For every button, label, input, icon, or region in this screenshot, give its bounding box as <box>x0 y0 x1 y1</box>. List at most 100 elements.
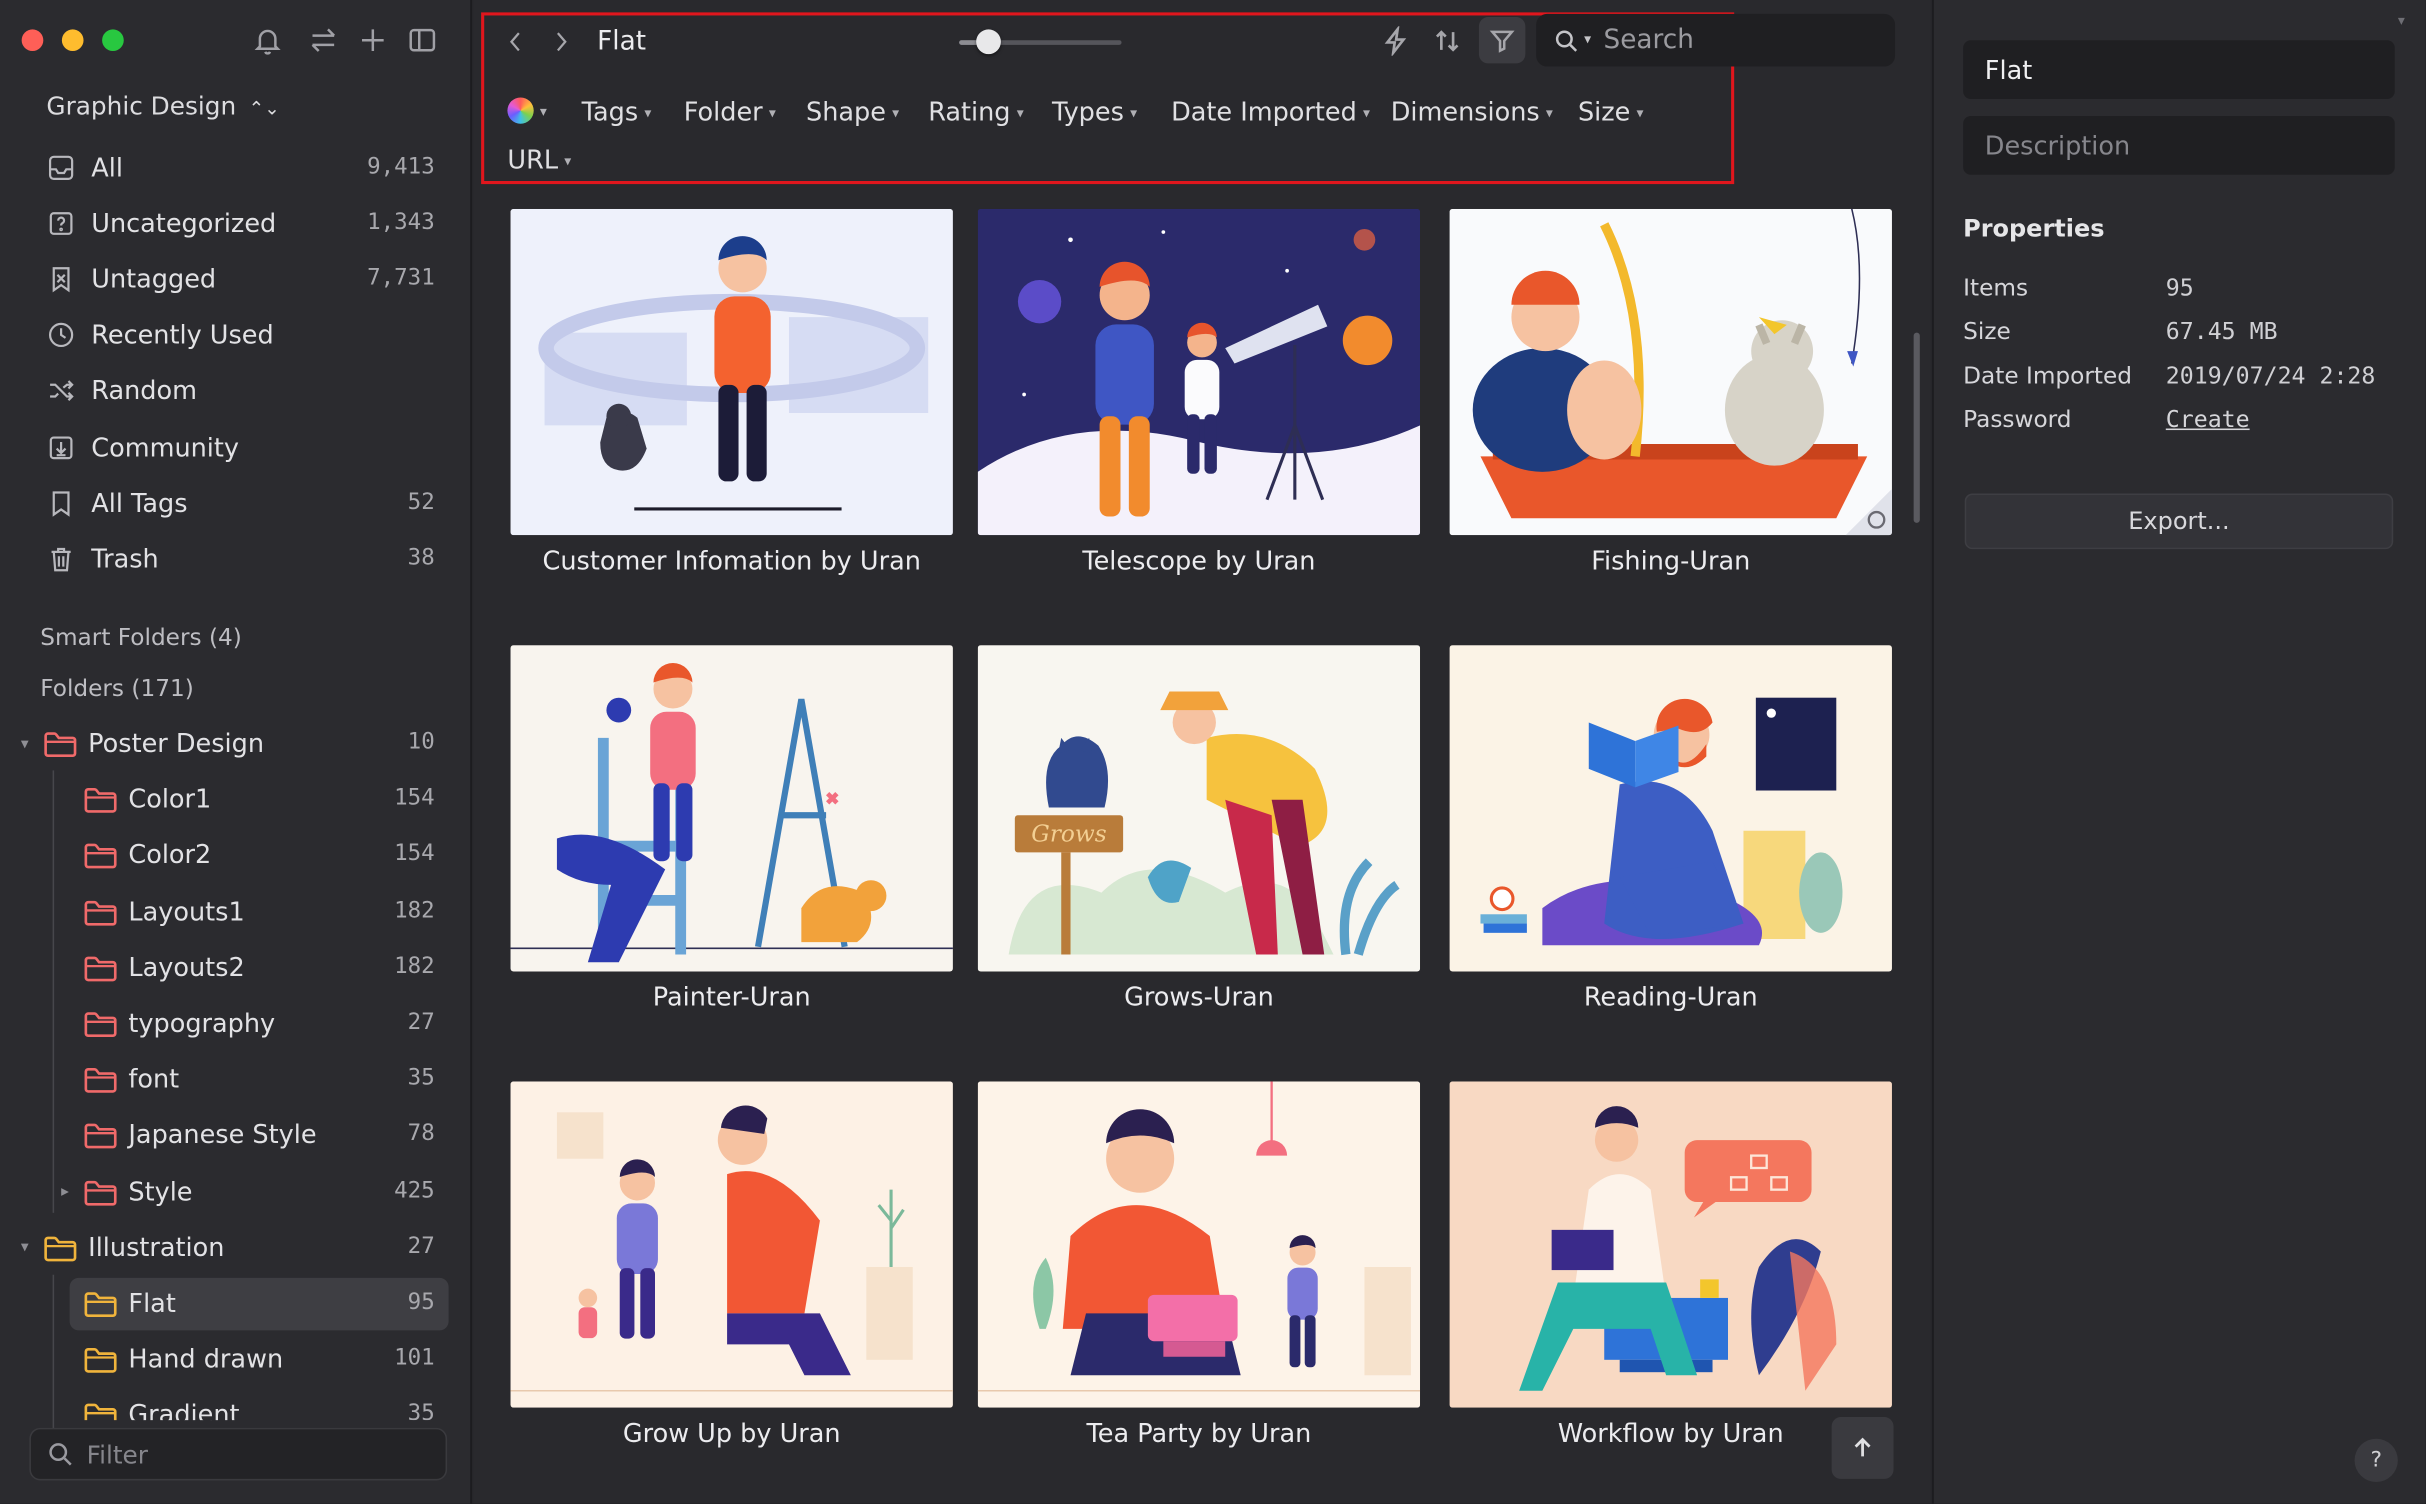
thumbnail-tea-party-by-uran[interactable] <box>977 1081 1421 1408</box>
folder-color1[interactable]: Color1 154 <box>0 774 464 827</box>
create-password-link[interactable]: Create <box>2166 406 2250 434</box>
close-window-button[interactable] <box>21 29 44 52</box>
sort-button[interactable] <box>1428 22 1465 59</box>
filter-label: Dimensions <box>1390 97 1540 127</box>
filter-input[interactable] <box>86 1439 427 1469</box>
thumbnail-customer-infomation-by-uran[interactable] <box>510 208 953 536</box>
folder-icon <box>84 898 118 926</box>
folder-typography[interactable]: typography 27 <box>0 998 464 1051</box>
filter-label: Size <box>1577 97 1631 127</box>
sidebar-item-trash[interactable]: Trash 38 <box>31 533 449 586</box>
bell-icon[interactable] <box>251 23 285 57</box>
sidebar-item-all[interactable]: All 9,413 <box>31 141 449 194</box>
folder-poster-design[interactable]: ▾ Poster Design 10 <box>0 718 464 771</box>
swap-icon[interactable] <box>306 23 340 57</box>
property-value: 67.45 MB <box>2165 317 2278 346</box>
grid-item-title: Painter-Uran <box>652 982 811 1012</box>
filter-label: Tags <box>581 97 639 127</box>
thumbnail-reading-uran[interactable] <box>1449 645 1892 972</box>
sidebar-item-count: 7,731 <box>367 266 435 292</box>
filter-label: Shape <box>805 97 886 127</box>
export-button[interactable]: Export... <box>1964 493 2394 550</box>
sidebar-item-random[interactable]: Random <box>31 365 449 418</box>
folder-font[interactable]: font 35 <box>0 1054 464 1107</box>
sidebar-item-label: Uncategorized <box>91 208 277 238</box>
folder-layouts1[interactable]: Layouts1 182 <box>0 886 464 939</box>
thumbnail-painter-uran[interactable] <box>510 645 953 972</box>
filter-dimensions[interactable]: Dimensions ▾ <box>1391 97 1553 126</box>
slider-knob[interactable] <box>975 29 1001 55</box>
chevron-down-icon[interactable]: ▾ <box>15 735 34 754</box>
help-button[interactable]: ? <box>2354 1438 2398 1483</box>
funnel-icon <box>1489 30 1515 53</box>
grid-item-title: Reading-Uran <box>1583 982 1758 1012</box>
thumbnail-fishing-uran[interactable] <box>1449 208 1892 536</box>
minimize-window-button[interactable] <box>61 29 84 52</box>
filter-toggle-button[interactable] <box>1478 17 1526 64</box>
folder-flat[interactable]: Flat 95 <box>0 1277 464 1331</box>
thumbnail-telescope-by-uran[interactable] <box>977 208 1421 536</box>
sort-icon <box>1435 29 1458 51</box>
filter-rating[interactable]: Rating ▾ <box>928 97 1024 126</box>
sidebar-item-untagged[interactable]: Untagged 7,731 <box>31 253 449 306</box>
sidebar-filter[interactable] <box>29 1427 448 1481</box>
chevron-down-icon[interactable]: ▾ <box>15 1239 34 1258</box>
vertical-scrollbar[interactable] <box>1913 332 1920 523</box>
color-filter[interactable]: ▾ <box>507 97 547 124</box>
description-field[interactable] <box>1963 116 2395 175</box>
pin-icon[interactable]: ▾ <box>2398 14 2410 29</box>
folders-header[interactable]: Folders (171) <box>40 674 194 702</box>
filter-label: Types <box>1051 97 1124 127</box>
sidebar-toggle-icon[interactable] <box>405 23 439 57</box>
folder-label: font <box>128 1064 180 1095</box>
filter-tags[interactable]: Tags ▾ <box>582 97 652 126</box>
chevron-down-icon: ▾ <box>539 104 547 120</box>
sidebar-item-community[interactable]: Community <box>31 421 449 474</box>
folder-name-input[interactable] <box>1984 54 2372 85</box>
zoom-window-button[interactable] <box>102 29 124 52</box>
sidebar-item-label: All <box>91 152 123 182</box>
sidebar-item-all-tags[interactable]: All Tags 52 <box>31 477 449 530</box>
search-box[interactable]: ▾ <box>1536 13 1896 67</box>
chevron-right-icon[interactable]: ▸ <box>56 1183 75 1202</box>
search-input[interactable] <box>1603 24 1867 56</box>
forward-button[interactable] <box>548 26 576 57</box>
folder-name-field[interactable] <box>1963 40 2395 100</box>
filter-size[interactable]: Size ▾ <box>1578 97 1644 126</box>
filter-folder[interactable]: Folder ▾ <box>684 97 776 126</box>
thumbnail-grow-up-by-uran[interactable] <box>510 1081 953 1408</box>
folder-icon <box>84 1122 118 1150</box>
folder-icon <box>84 1010 118 1038</box>
chevron-down-icon: ▾ <box>892 105 900 122</box>
quick-action-button[interactable] <box>1377 22 1414 59</box>
folder-layouts2[interactable]: Layouts2 182 <box>0 942 464 995</box>
folder-illustration[interactable]: ▾ Illustration 27 <box>0 1222 464 1275</box>
thumbnail-size-slider[interactable] <box>959 29 1122 55</box>
folder-count: 10 <box>407 730 435 755</box>
smart-folders-header[interactable]: Smart Folders (4) <box>40 623 242 651</box>
chevron-left-icon <box>509 32 520 52</box>
library-switcher[interactable]: Graphic Design ⌃⌄ <box>46 91 279 120</box>
grows-sign-text: Grows <box>1031 821 1106 848</box>
folder-icon <box>84 1290 118 1318</box>
thumbnail-workflow-by-uran[interactable] <box>1449 1081 1892 1408</box>
description-input[interactable] <box>1984 130 2372 161</box>
filter-url[interactable]: URL ▾ <box>507 145 571 174</box>
sidebar-item-uncategorized[interactable]: Uncategorized 1,343 <box>31 197 449 250</box>
thumbnail-grows-uran[interactable]: Grows <box>977 645 1421 972</box>
folder-color2[interactable]: Color2 154 <box>0 830 464 883</box>
folder-japanese-style[interactable]: Japanese Style 78 <box>0 1110 464 1163</box>
scroll-to-top-button[interactable] <box>1831 1417 1894 1479</box>
sidebar-item-label: Community <box>91 432 240 462</box>
grid-item-title: Grows-Uran <box>1124 982 1274 1012</box>
folder-hand-drawn[interactable]: Hand drawn 101 <box>0 1334 464 1387</box>
sidebar-item-recently-used[interactable]: Recently Used <box>31 309 449 362</box>
plus-icon[interactable] <box>356 23 390 57</box>
filter-shape[interactable]: Shape ▾ <box>806 97 899 126</box>
folder-gradient[interactable]: Gradient 35 <box>0 1390 464 1421</box>
back-button[interactable] <box>501 26 529 57</box>
filter-date-imported[interactable]: Date Imported ▾ <box>1171 97 1370 126</box>
sidebar-item-label: Trash <box>91 544 159 574</box>
folder-style[interactable]: ▸ Style 425 <box>0 1166 464 1219</box>
filter-types[interactable]: Types ▾ <box>1052 97 1137 126</box>
